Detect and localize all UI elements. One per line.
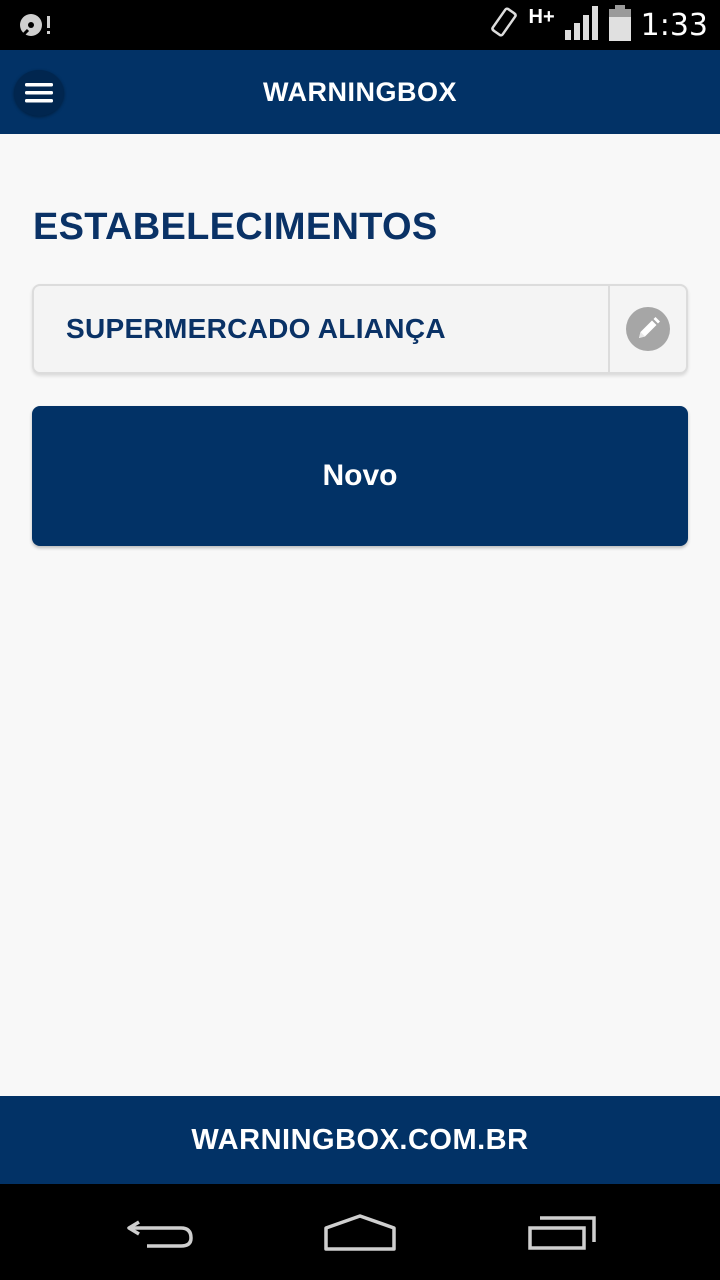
home-icon [324, 1214, 396, 1251]
battery-icon [608, 4, 631, 46]
divider [608, 286, 610, 372]
signal-icon [564, 5, 599, 45]
hamburger-icon [25, 83, 53, 103]
footer-link[interactable]: WARNINGBOX.COM.BR [0, 1096, 720, 1184]
menu-button[interactable] [14, 70, 64, 116]
main-content: ESTABELECIMENTOS SUPERMERCADO ALIANÇA No… [0, 134, 720, 1096]
edit-button[interactable] [626, 307, 670, 351]
disc-notification-icon [18, 12, 54, 38]
app-title: WARNINGBOX [263, 77, 457, 107]
new-button[interactable]: Novo [32, 406, 688, 546]
network-type: H+ [528, 5, 555, 28]
vibrate-icon [489, 6, 519, 45]
recents-icon [528, 1216, 596, 1250]
section-title: ESTABELECIMENTOS [33, 206, 438, 248]
list-item-label: SUPERMERCADO ALIANÇA [66, 313, 446, 344]
status-icons: H+ 1:33 [489, 0, 708, 50]
recents-button[interactable] [522, 1206, 602, 1258]
pencil-icon [639, 317, 660, 338]
status-bar: H+ 1:33 [0, 0, 720, 50]
back-button[interactable] [120, 1206, 200, 1258]
list-item[interactable]: SUPERMERCADO ALIANÇA [32, 284, 688, 374]
home-button[interactable] [320, 1206, 400, 1258]
app-bar: WARNINGBOX [0, 50, 720, 134]
back-icon [127, 1220, 193, 1248]
navigation-bar [0, 1184, 720, 1280]
clock: 1:33 [640, 7, 708, 43]
